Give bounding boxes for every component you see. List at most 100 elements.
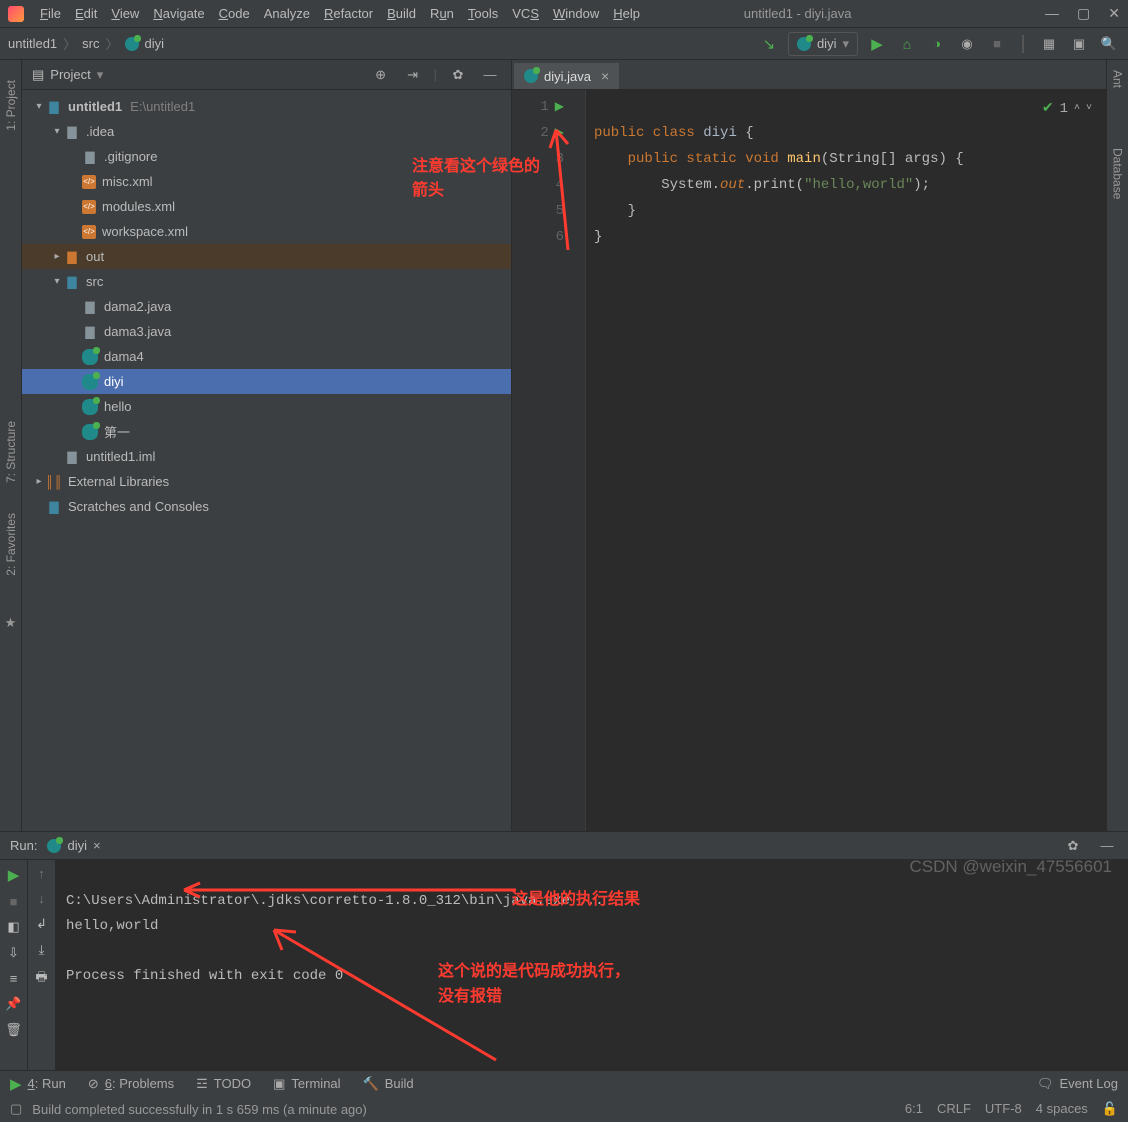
project-tree[interactable]: ▾▇untitled1E:\untitled1 ▾▇.idea ▇.gitign…: [22, 90, 511, 831]
right-tool-stripe: Ant Database: [1106, 60, 1128, 831]
tree-module-root[interactable]: ▾▇untitled1E:\untitled1: [22, 94, 511, 119]
run-left-toolbar: ▶ ■ ◧ ⇩ ≡ 📌 🗑: [0, 860, 28, 1070]
console-output[interactable]: C:\Users\Administrator\.jdks\corretto-1.…: [56, 860, 1128, 1070]
maximize-icon[interactable]: ▢: [1077, 5, 1090, 22]
file-encoding[interactable]: UTF-8: [985, 1101, 1022, 1117]
git-button[interactable]: ▦: [1038, 33, 1060, 55]
rerun-icon[interactable]: ▶: [8, 866, 20, 884]
breadcrumb-src[interactable]: src: [82, 36, 99, 51]
line-separator[interactable]: CRLF: [937, 1101, 971, 1117]
java-class-icon: [47, 839, 61, 853]
status-hide-icon[interactable]: ▢: [10, 1101, 22, 1117]
down-icon[interactable]: ↓: [38, 891, 45, 906]
tree-external-libs[interactable]: ▸║║External Libraries: [22, 469, 511, 494]
menu-tools[interactable]: Tools: [462, 3, 504, 24]
java-class-icon: [82, 424, 98, 440]
menu-edit[interactable]: Edit: [69, 3, 103, 24]
tool-todo[interactable]: ☲TODO: [196, 1076, 251, 1092]
tree-gitignore[interactable]: ▇.gitignore: [22, 144, 511, 169]
indent-info[interactable]: 4 spaces: [1036, 1101, 1088, 1117]
caret-position[interactable]: 6:1: [905, 1101, 923, 1117]
scroll-icon[interactable]: ⤓: [39, 942, 45, 958]
menu-view[interactable]: View: [105, 3, 145, 24]
run-tab-name[interactable]: diyi: [67, 838, 87, 853]
coverage-button[interactable]: ◑: [926, 33, 948, 55]
tree-workspace-xml[interactable]: </>workspace.xml: [22, 219, 511, 244]
screenshot-button[interactable]: ▣: [1068, 33, 1090, 55]
star-icon: ★: [5, 615, 17, 631]
readonly-icon[interactable]: 🔓: [1102, 1101, 1118, 1117]
side-database-label[interactable]: Database: [1111, 148, 1125, 199]
run-tab-close-icon[interactable]: ×: [93, 838, 101, 853]
tree-file-hello[interactable]: hello: [22, 394, 511, 419]
side-ant-label[interactable]: Ant: [1111, 70, 1125, 88]
settings-icon[interactable]: ✿: [447, 64, 469, 86]
hide-icon[interactable]: —: [479, 64, 501, 86]
stop-icon[interactable]: ■: [10, 894, 18, 909]
tree-file-dama2[interactable]: ▇dama2.java: [22, 294, 511, 319]
print-icon[interactable]: 🖶: [35, 968, 47, 990]
run-config-selector[interactable]: diyi ▾: [788, 32, 858, 56]
run-gutter-icon[interactable]: ▶: [555, 120, 564, 146]
collapse-icon[interactable]: ⇥: [402, 64, 424, 86]
tool-terminal[interactable]: ▣Terminal: [273, 1076, 340, 1092]
menu-file[interactable]: File: [34, 3, 67, 24]
run-hide-icon[interactable]: —: [1096, 835, 1118, 857]
menu-vcs[interactable]: VCS: [506, 3, 545, 24]
search-button[interactable]: 🔍: [1098, 33, 1120, 55]
minimize-icon[interactable]: —: [1045, 5, 1059, 22]
left-tool-stripe: 1: Project 7: Structure 2: Favorites ★: [0, 60, 22, 831]
side-favorites-label[interactable]: 2: Favorites: [4, 513, 18, 576]
tree-file-zh[interactable]: 第一: [22, 419, 511, 444]
menu-help[interactable]: Help: [607, 3, 646, 24]
menu-code[interactable]: Code: [213, 3, 256, 24]
menu-window[interactable]: Window: [547, 3, 605, 24]
build-button[interactable]: ↘: [758, 33, 780, 55]
run-button[interactable]: ▶: [866, 33, 888, 55]
tree-file-dama4[interactable]: dama4: [22, 344, 511, 369]
wrap-icon[interactable]: ↲: [36, 916, 47, 932]
code-editor[interactable]: 1▶ 2▶ 3 4 5 6 public class diyi { public…: [512, 90, 1106, 831]
up-icon[interactable]: ↑: [38, 866, 45, 881]
tree-modules-xml[interactable]: </>modules.xml: [22, 194, 511, 219]
tree-misc-xml[interactable]: </>misc.xml: [22, 169, 511, 194]
menu-refactor[interactable]: Refactor: [318, 3, 379, 24]
debug-button[interactable]: ⌂: [896, 33, 918, 55]
tree-iml[interactable]: ▇untitled1.iml: [22, 444, 511, 469]
trash-icon[interactable]: 🗑: [5, 1022, 22, 1038]
breadcrumb-root[interactable]: untitled1: [8, 36, 57, 51]
project-panel-title: Project: [50, 67, 90, 82]
menu-build[interactable]: Build: [381, 3, 422, 24]
layout-icon[interactable]: ◧: [7, 919, 19, 935]
tool-eventlog[interactable]: 🗨Event Log: [1037, 1076, 1118, 1092]
code-content[interactable]: public class diyi { public static void m…: [586, 90, 1106, 831]
breadcrumb-file[interactable]: diyi: [145, 36, 165, 51]
locate-icon[interactable]: ⊕: [370, 64, 392, 86]
export-icon[interactable]: ⇩: [8, 945, 19, 961]
pin-icon[interactable]: 📌: [5, 996, 21, 1012]
run-settings-icon[interactable]: ✿: [1062, 835, 1084, 857]
run-gutter-icon[interactable]: ▶: [555, 94, 564, 120]
menu-analyze[interactable]: Analyze: [258, 3, 316, 24]
tool-build[interactable]: 🔨Build: [363, 1076, 414, 1092]
inspection-widget[interactable]: ✔1˄ ˅: [1042, 96, 1092, 122]
menu-run[interactable]: Run: [424, 3, 460, 24]
tree-out-folder[interactable]: ▸▇out: [22, 244, 511, 269]
tree-file-diyi[interactable]: diyi: [22, 369, 511, 394]
tree-scratches[interactable]: ▇Scratches and Consoles: [22, 494, 511, 519]
profile-button[interactable]: ◉: [956, 33, 978, 55]
menu-navigate[interactable]: Navigate: [147, 3, 210, 24]
java-class-icon: [797, 37, 811, 51]
tree-file-dama3[interactable]: ▇dama3.java: [22, 319, 511, 344]
tool-run[interactable]: ▶4: Run: [10, 1075, 66, 1093]
tree-src-folder[interactable]: ▾▇src: [22, 269, 511, 294]
tab-close-icon[interactable]: ×: [601, 68, 609, 84]
side-structure-label[interactable]: 7: Structure: [4, 421, 18, 483]
tree-idea-folder[interactable]: ▾▇.idea: [22, 119, 511, 144]
java-class-icon: [82, 399, 98, 415]
tab-diyi[interactable]: diyi.java ×: [514, 61, 619, 89]
side-project-label[interactable]: 1: Project: [4, 80, 18, 131]
close-icon[interactable]: ✕: [1108, 5, 1120, 22]
stop-button[interactable]: ■: [986, 33, 1008, 55]
filter-icon[interactable]: ≡: [10, 971, 18, 986]
